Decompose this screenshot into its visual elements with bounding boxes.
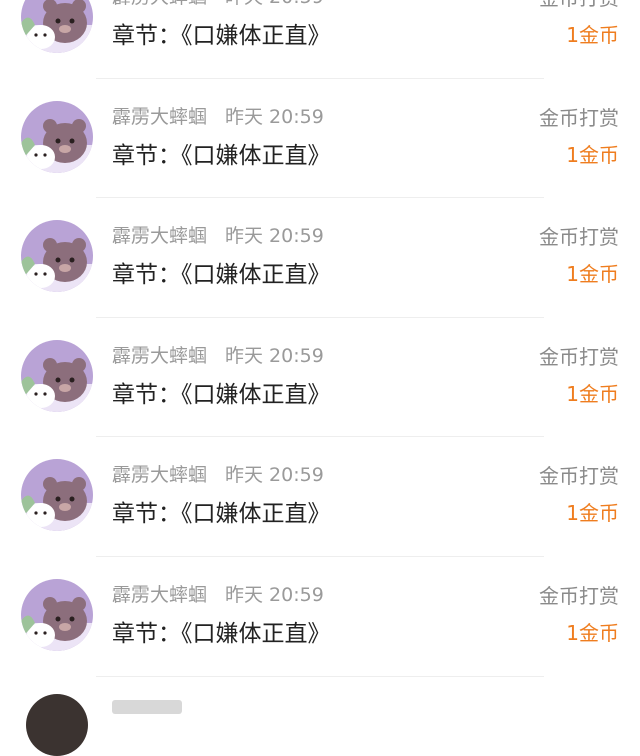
chapter-title: 章节：《口嫌体正直》 [112,501,331,528]
reward-type: 金币打赏 [539,0,619,11]
timestamp: 昨天 20:59 [225,464,324,487]
avatar[interactable] [21,459,93,532]
reward-amount: 1金币 [566,23,619,47]
timestamp: 昨天 20:59 [225,225,324,248]
timestamp: 昨天 20:59 [225,583,324,606]
reward-type: 金币打赏 [539,344,619,369]
chapter-title: 章节：《口嫌体正直》 [112,262,331,289]
user-name[interactable]: 霹雳大蟀蝈 [112,0,207,8]
reward-amount: 1金币 [566,501,619,526]
reward-type: 金币打赏 [539,583,619,608]
reward-amount: 1金币 [566,262,619,287]
cartoon-bear-avatar-icon [21,100,93,173]
timestamp: 昨天 20:59 [225,0,324,8]
avatar[interactable] [21,339,93,412]
list-item[interactable]: 霹雳大蟀蝈昨天 20:59 章节：《口嫌体正直》 金币打赏 1金币 [0,79,640,199]
cartoon-bear-avatar-icon [21,578,93,651]
cartoon-bear-avatar-icon [21,0,93,53]
avatar[interactable] [26,694,88,756]
avatar[interactable] [21,578,93,651]
reward-amount: 1金币 [566,142,619,167]
chapter-title: 章节：《口嫌体正直》 [112,23,331,49]
list-item[interactable]: 霹雳大蟀蝈昨天 20:59 章节：《口嫌体正直》 金币打赏 1金币 [0,557,640,677]
reward-type: 金币打赏 [539,105,619,130]
user-name[interactable]: 霹雳大蟀蝈 [112,106,207,128]
avatar[interactable] [21,220,93,293]
list-item[interactable]: 霹雳大蟀蝈 昨天 20:59 章节：《口嫌体正直》 金币打赏 1金币 [0,0,640,79]
user-name[interactable]: 霹雳大蟀蝈 [112,345,207,367]
user-name[interactable]: 霹雳大蟀蝈 [112,584,207,606]
chapter-title: 章节：《口嫌体正直》 [112,620,331,647]
chapter-title: 章节：《口嫌体正直》 [112,142,331,169]
timestamp: 昨天 20:59 [225,344,324,367]
reward-type: 金币打赏 [539,225,619,250]
divider [96,675,544,677]
timestamp: 昨天 20:59 [225,105,324,128]
user-name-placeholder [112,700,182,714]
cartoon-bear-avatar-icon [21,459,93,532]
avatar[interactable] [21,0,93,53]
reward-type: 金币打赏 [539,464,619,489]
reward-list: 霹雳大蟀蝈昨天 20:59 章节：《口嫌体正直》 金币打赏 1金币 [0,0,640,677]
cartoon-bear-avatar-icon [21,339,93,412]
list-item[interactable]: 霹雳大蟀蝈昨天 20:59 章节：《口嫌体正直》 金币打赏 1金币 [0,437,640,557]
list-item[interactable]: 霹雳大蟀蝈昨天 20:59 章节：《口嫌体正直》 金币打赏 1金币 [0,198,640,318]
list-item[interactable]: 霹雳大蟀蝈昨天 20:59 章节：《口嫌体正直》 金币打赏 1金币 [0,318,640,438]
user-name[interactable]: 霹雳大蟀蝈 [112,225,207,247]
avatar[interactable] [21,100,93,173]
cartoon-bear-avatar-icon [21,220,93,293]
chapter-title: 章节：《口嫌体正直》 [112,381,331,408]
reward-amount: 1金币 [566,381,619,406]
reward-amount: 1金币 [566,620,619,645]
user-name[interactable]: 霹雳大蟀蝈 [112,464,207,486]
